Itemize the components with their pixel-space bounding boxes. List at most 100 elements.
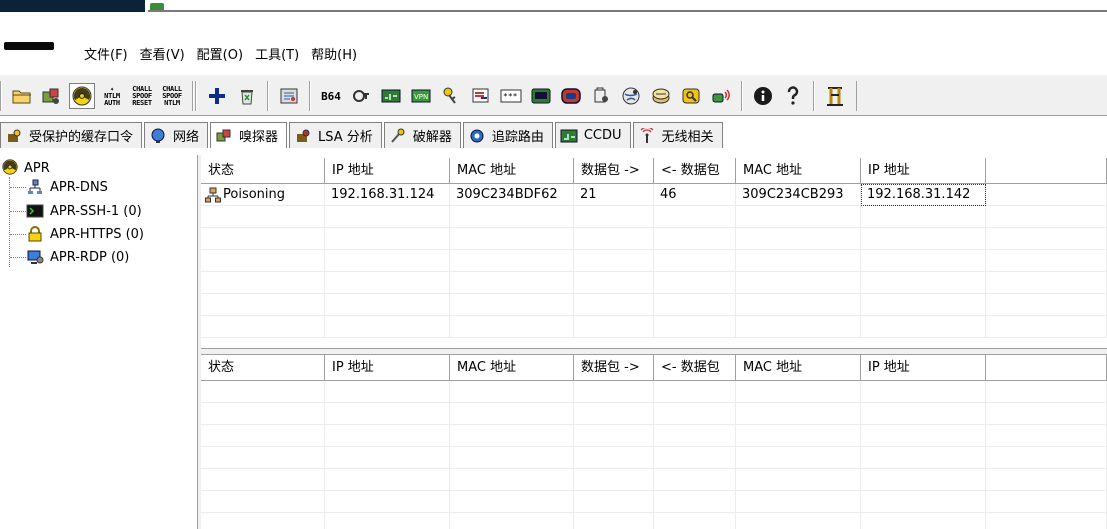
apr-toggle-button[interactable] [69, 83, 95, 109]
tree-item-apr-dns[interactable]: APR-DNS [26, 178, 108, 196]
cisco-decoder-button[interactable] [348, 83, 374, 109]
apr-tree: APR APR-DNS APR-SSH-1 (0) APR-HTTPS (0) … [0, 155, 197, 529]
menu-help[interactable]: 帮助(H) [305, 46, 363, 66]
empty-cell [450, 491, 574, 513]
col-mac-address[interactable]: MAC 地址 [450, 158, 574, 184]
empty-cell [201, 228, 325, 250]
toolbar-separator [741, 81, 743, 111]
empty-cell [574, 272, 654, 294]
tab-sniffer[interactable]: 嗅探器 [210, 122, 288, 148]
col-packets-in[interactable]: <- 数据包 [654, 158, 736, 184]
tree-item-apr[interactable]: APR [2, 159, 50, 177]
exit-button[interactable] [822, 83, 848, 109]
tab-label: CCDU [583, 128, 622, 143]
tab-wireless[interactable]: 无线相关 [632, 122, 723, 148]
vpn-decoder-button[interactable]: VPN [408, 83, 434, 109]
empty-cell [574, 294, 654, 316]
empty-cell [201, 447, 325, 469]
tab-lsa-secrets[interactable]: LSA 分析 [289, 122, 382, 148]
terminal-button[interactable] [528, 83, 554, 109]
wireless-icon [638, 127, 656, 145]
packets-out-cell: 21 [574, 184, 654, 206]
password-box-button[interactable]: *** [498, 83, 524, 109]
col-packets-in[interactable]: <- 数据包 [654, 355, 736, 381]
col-packets-out[interactable]: 数据包 -> [574, 158, 654, 184]
traceroute-icon [468, 127, 486, 145]
dark-strip [0, 0, 145, 12]
open-folder-button[interactable] [9, 83, 35, 109]
remove-button[interactable] [234, 83, 260, 109]
rdp-decoder-button[interactable] [468, 83, 494, 109]
wordlist-button[interactable] [648, 83, 674, 109]
tab-cached-passwords[interactable]: 受保护的缓存口令 [0, 122, 143, 148]
empty-cell [736, 381, 861, 403]
menu-file[interactable]: 文件(F) [78, 46, 134, 66]
network-tool-button[interactable] [618, 83, 644, 109]
password-decoder-button[interactable] [438, 83, 464, 109]
col-ip-address[interactable]: IP 地址 [325, 355, 450, 381]
help-button[interactable] [780, 83, 806, 109]
empty-cell [450, 250, 574, 272]
tree-item-apr-ssh[interactable]: APR-SSH-1 (0) [26, 202, 142, 220]
empty-row [201, 250, 1107, 272]
col-filler [986, 355, 1107, 381]
cert-collector-button[interactable] [588, 83, 614, 109]
empty-cell [325, 425, 450, 447]
info-button[interactable] [750, 83, 776, 109]
empty-cell [450, 403, 574, 425]
tree-item-apr-rdp[interactable]: APR-RDP (0) [26, 248, 129, 266]
base64-button[interactable]: B64 [318, 83, 344, 109]
wireless-scan-button[interactable] [708, 83, 734, 109]
tab-cracker[interactable]: 破解器 [383, 122, 461, 148]
col-status[interactable]: 状态 [201, 355, 325, 381]
toolbar: ✦ NTLM AUTH CHALL SPOOF RESET CHALL SPOO… [0, 74, 1107, 116]
empty-cell [574, 491, 654, 513]
empty-cell [201, 425, 325, 447]
tab-ccdu[interactable]: CCDU [554, 122, 631, 148]
empty-row [201, 513, 1107, 529]
menu-config[interactable]: 配置(O) [191, 46, 249, 66]
hash-calculator-button[interactable] [276, 83, 302, 109]
cracker-icon [389, 127, 407, 145]
horizontal-splitter[interactable] [201, 348, 1107, 355]
col-status[interactable]: 状态 [201, 158, 325, 184]
toolbar-end [856, 81, 857, 111]
table-row[interactable]: Poisoning 192.168.31.124 309C234BDF62 21… [201, 184, 1107, 206]
tab-network[interactable]: 网络 [144, 122, 209, 148]
menu-tools[interactable]: 工具(T) [249, 46, 305, 66]
add-button[interactable] [204, 83, 230, 109]
key-search-button[interactable] [678, 83, 704, 109]
col-ip-address-2[interactable]: IP 地址 [861, 158, 986, 184]
chall-spoof-reset-button[interactable]: CHALL SPOOF RESET [129, 83, 155, 109]
tree-item-apr-https[interactable]: APR-HTTPS (0) [26, 225, 144, 243]
tab-label: 追踪路由 [491, 130, 544, 145]
lock-icon [26, 226, 44, 242]
empty-cell [986, 513, 1107, 529]
chall-spoof-ntlm-button[interactable]: CHALL SPOOF NTLM [159, 83, 185, 109]
empty-cell [201, 250, 325, 272]
empty-cell [986, 228, 1107, 250]
col-mac-address[interactable]: MAC 地址 [450, 355, 574, 381]
empty-cell [861, 491, 986, 513]
empty-cell [986, 447, 1107, 469]
empty-cell [325, 206, 450, 228]
empty-cell [986, 469, 1107, 491]
rsa-securid-button[interactable] [378, 83, 404, 109]
empty-cell [986, 294, 1107, 316]
col-ip-address-2[interactable]: IP 地址 [861, 355, 986, 381]
system-menu-icon[interactable] [4, 42, 54, 50]
sniffer-icon [215, 127, 233, 145]
col-mac-address-2[interactable]: MAC 地址 [736, 158, 861, 184]
sniffer-toggle-button[interactable] [39, 83, 65, 109]
col-mac-address-2[interactable]: MAC 地址 [736, 355, 861, 381]
tab-traceroute[interactable]: 追踪路由 [462, 122, 553, 148]
rdp-icon [26, 249, 44, 265]
menu-view[interactable]: 查看(V) [134, 46, 191, 66]
col-ip-address[interactable]: IP 地址 [325, 158, 450, 184]
status-cell: Poisoning [201, 184, 325, 206]
ntlm-auth-button[interactable]: ✦ NTLM AUTH [99, 83, 125, 109]
svg-text:***: *** [503, 92, 518, 101]
col-packets-out[interactable]: 数据包 -> [574, 355, 654, 381]
empty-cell [450, 228, 574, 250]
record-button[interactable] [558, 83, 584, 109]
